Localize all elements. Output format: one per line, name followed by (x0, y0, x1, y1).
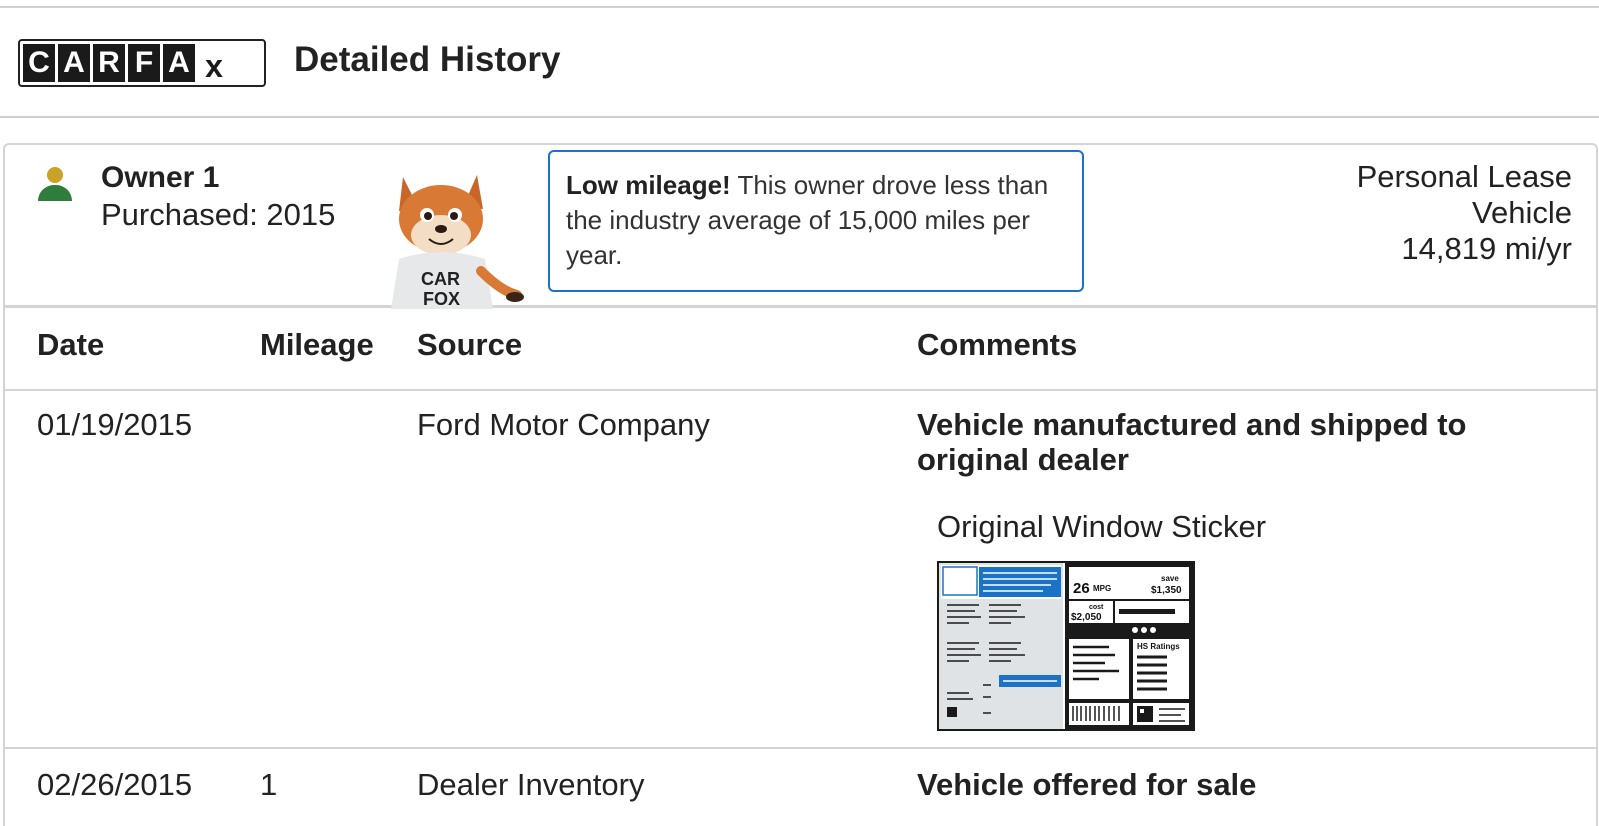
header-mileage: Mileage (260, 327, 374, 362)
svg-text:save: save (1161, 574, 1179, 583)
logo-letter: R (93, 44, 125, 82)
owner-purchased: Purchased: 2015 (101, 197, 336, 232)
owner-history-card: Owner 1 Purchased: 2015 CAR FOX Low mile… (3, 143, 1598, 826)
table-row: 02/26/2015 1 Dealer Inventory Vehicle of… (5, 751, 1596, 826)
svg-text:MPG: MPG (1093, 584, 1111, 593)
row-mileage: 1 (260, 767, 278, 802)
row-comment: Vehicle offered for sale (917, 767, 1257, 802)
owner-summary: Owner 1 Purchased: 2015 CAR FOX Low mile… (5, 145, 1596, 309)
report-header: C A R F A x Detailed History (0, 8, 1599, 118)
svg-text:HS Ratings: HS Ratings (1137, 642, 1180, 651)
svg-text:$2,050: $2,050 (1071, 612, 1102, 623)
row-date: 02/26/2015 (37, 767, 193, 802)
owner-usage: Personal Lease Vehicle 14,819 mi/yr (1357, 159, 1572, 267)
usage-type: Personal Lease (1356, 159, 1572, 194)
low-mileage-callout: Low mileage! This owner drove less than … (548, 150, 1084, 292)
row-source: Ford Motor Company (417, 407, 710, 442)
carfax-logo[interactable]: C A R F A x (18, 39, 266, 87)
svg-text:CAR: CAR (421, 269, 460, 289)
logo-letter: F (128, 44, 160, 82)
row-comment: Vehicle manufactured and shipped to orig… (917, 407, 1467, 477)
svg-text:26: 26 (1073, 580, 1090, 597)
logo-letter: x (205, 48, 223, 84)
logo-letter: A (163, 44, 195, 82)
window-sticker-thumbnail[interactable]: 26 MPG save $1,350 cost $2,050 HS Rating… (937, 561, 1195, 731)
callout-heading: Low mileage! (566, 170, 731, 200)
person-icon (38, 167, 72, 203)
carfox-mascot-icon: CAR FOX (391, 175, 524, 309)
table-row: 01/19/2015 Ford Motor Company Vehicle ma… (5, 391, 1596, 749)
usage-type-vehicle: Vehicle (1472, 195, 1572, 230)
header-comments: Comments (917, 327, 1078, 362)
page-title: Detailed History (294, 40, 561, 79)
row-date: 01/19/2015 (37, 407, 193, 442)
logo-letter: C (23, 44, 55, 82)
svg-text:FOX: FOX (423, 289, 460, 309)
svg-text:$1,350: $1,350 (1151, 585, 1182, 596)
annual-mileage: 14,819 mi/yr (1401, 231, 1572, 266)
window-sticker-label: Original Window Sticker (937, 509, 1267, 544)
row-source: Dealer Inventory (417, 767, 645, 802)
owner-name: Owner 1 (101, 161, 220, 194)
logo-letter: A (58, 44, 90, 82)
svg-text:cost: cost (1089, 604, 1104, 611)
history-table-header: Date Mileage Source Comments (5, 311, 1596, 391)
header-date: Date (37, 327, 105, 362)
header-source: Source (417, 327, 523, 362)
